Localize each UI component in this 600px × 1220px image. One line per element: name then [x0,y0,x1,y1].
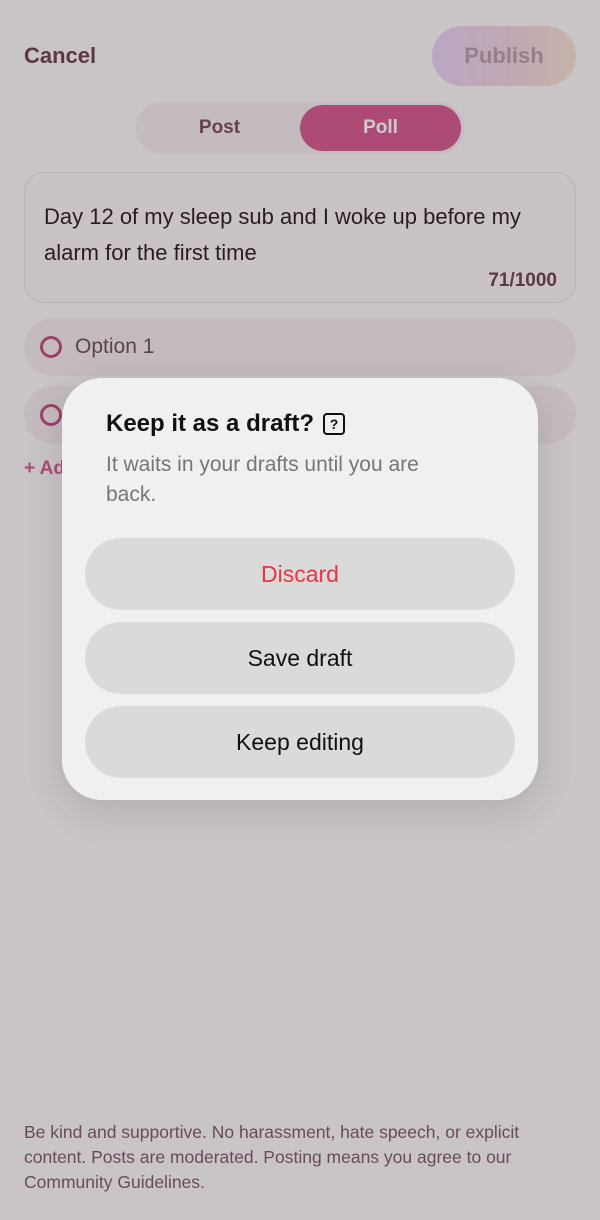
discard-button[interactable]: Discard [85,538,515,610]
compose-screen: Cancel Publish Post Poll Day 12 of my sl… [0,0,600,1220]
save-draft-button[interactable]: Save draft [85,622,515,694]
dialog-subtitle: It waits in your drafts until you are ba… [106,453,419,506]
keep-editing-button[interactable]: Keep editing [85,706,515,778]
dialog-header: Keep it as a draft? ? [106,410,346,438]
help-icon[interactable]: ? [323,413,346,435]
draft-dialog: Keep it as a draft? ? It waits in your d… [62,378,538,800]
dialog-title: Keep it as a draft? [106,410,315,437]
